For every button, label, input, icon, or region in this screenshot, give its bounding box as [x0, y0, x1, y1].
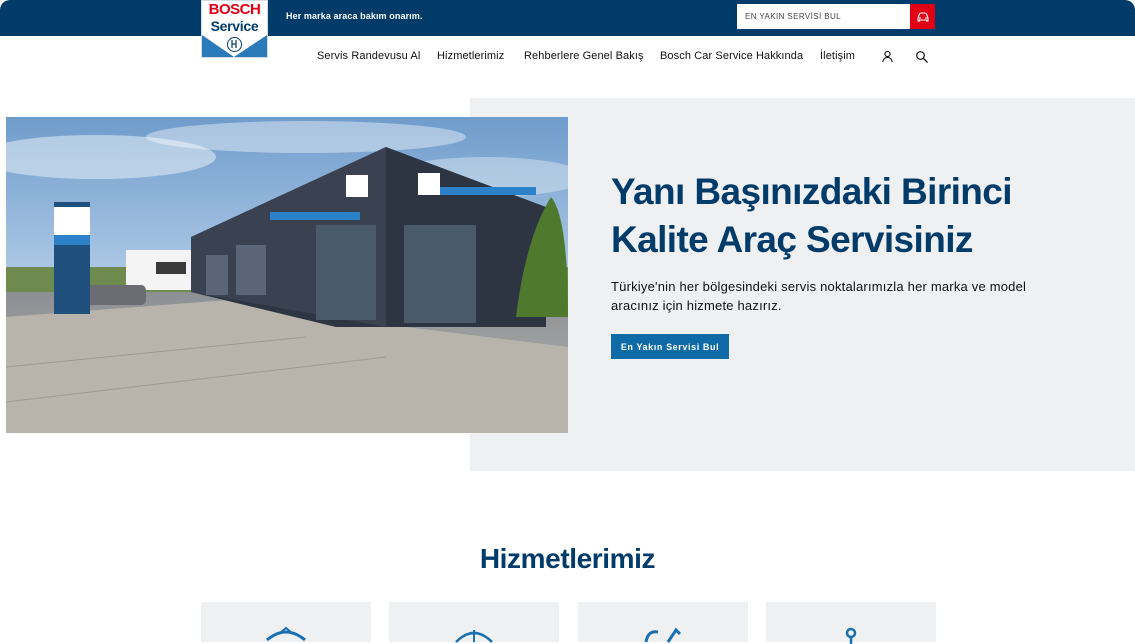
workshop-photo	[6, 117, 568, 433]
nav-item-appointment[interactable]: Servis Randevusu Al	[317, 50, 420, 62]
top-bar: Her marka araca bakım onarım.	[0, 0, 1135, 36]
service-card[interactable]	[578, 602, 748, 643]
service-search-input[interactable]	[737, 4, 910, 29]
bosch-armature-icon	[227, 37, 242, 52]
brand-tagline: Her marka araca bakım onarım.	[286, 11, 423, 21]
service-card[interactable]	[766, 602, 936, 644]
gauge-icon	[455, 630, 493, 643]
car-icon	[916, 11, 929, 22]
services-heading: Hizmetlerimiz	[479, 543, 656, 574]
find-nearest-service-button[interactable]: En Yakın Servisi Bul	[611, 334, 729, 359]
nav-item-contact[interactable]: İletişim	[820, 50, 855, 62]
wrench-icon	[644, 627, 682, 643]
steering-icon	[266, 626, 306, 642]
hero-title: Yanı Başınızdaki Birinci Kalite Araç Ser…	[611, 171, 1013, 260]
bosch-service-logo[interactable]: BOSCH Service	[201, 0, 268, 58]
search-icon[interactable]	[915, 50, 929, 64]
person-icon	[845, 627, 857, 644]
user-icon[interactable]	[881, 50, 894, 63]
nav-item-about[interactable]: Bosch Car Service Hakkında	[660, 50, 803, 62]
nav-item-guides[interactable]: Rehberlere Genel Bakış	[524, 50, 644, 62]
service-card[interactable]	[389, 602, 559, 643]
logo-service-word: Service	[210, 18, 259, 34]
service-card[interactable]	[201, 602, 371, 642]
service-finder	[737, 4, 935, 29]
hero-description: Türkiye'nin her bölgesindeki servis nokt…	[611, 279, 1027, 313]
service-search-button[interactable]	[910, 4, 935, 29]
nav-item-services[interactable]: Hizmetlerimiz	[437, 50, 504, 62]
